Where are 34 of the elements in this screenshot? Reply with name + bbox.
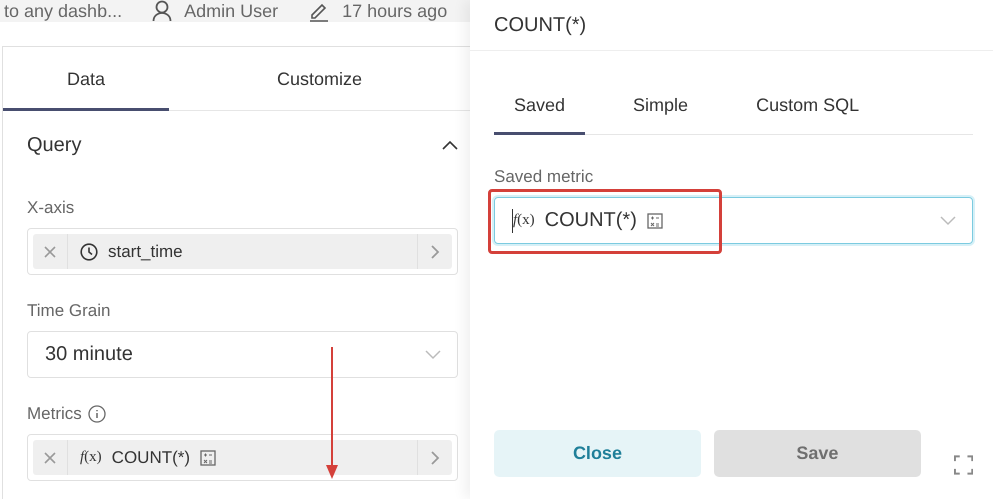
modified-time: 17 hours ago [342, 0, 448, 22]
close-icon [44, 452, 56, 464]
function-label: f(x) [513, 212, 535, 229]
close-icon [44, 246, 56, 258]
popover-tab[interactable]: Saved [494, 78, 586, 135]
section-title: Query [27, 134, 82, 156]
popover-tab[interactable]: Simple [613, 78, 708, 135]
function-label: f(x) [80, 449, 102, 466]
time-grain-select[interactable]: 30 minute [27, 331, 458, 378]
calculator-icon [200, 450, 216, 466]
fullscreen-icon[interactable] [954, 455, 974, 475]
panel-tab[interactable]: Customize [169, 47, 470, 111]
saved-metric-select[interactable]: f(x) COUNT(*) [494, 197, 973, 244]
field-label: Metrics [27, 404, 82, 424]
chevron-right-icon [430, 450, 440, 466]
chevron-down-icon [425, 350, 441, 360]
panel-tab[interactable]: Data [3, 47, 169, 111]
chevron-up-icon[interactable] [442, 140, 458, 150]
user-icon [152, 0, 172, 22]
chevron-down-icon [940, 216, 956, 226]
chevron-right-icon [430, 244, 440, 260]
field-value: start_time [108, 242, 183, 262]
popover-tab[interactable]: Custom SQL [736, 78, 880, 135]
field-label: X-axis [27, 198, 74, 218]
field-value: COUNT(*) [544, 209, 637, 232]
close-button[interactable]: Close [494, 430, 701, 477]
dashboard-link-text: to any dashb... [4, 0, 122, 22]
calculator-icon [646, 212, 663, 228]
field-label: Time Grain [27, 301, 110, 321]
popover-title: COUNT(*) [470, 0, 993, 51]
field-value: COUNT(*) [112, 448, 190, 468]
field-label: Saved metric [494, 167, 594, 187]
owner-name: Admin User [184, 0, 278, 22]
clock-icon [80, 242, 98, 260]
